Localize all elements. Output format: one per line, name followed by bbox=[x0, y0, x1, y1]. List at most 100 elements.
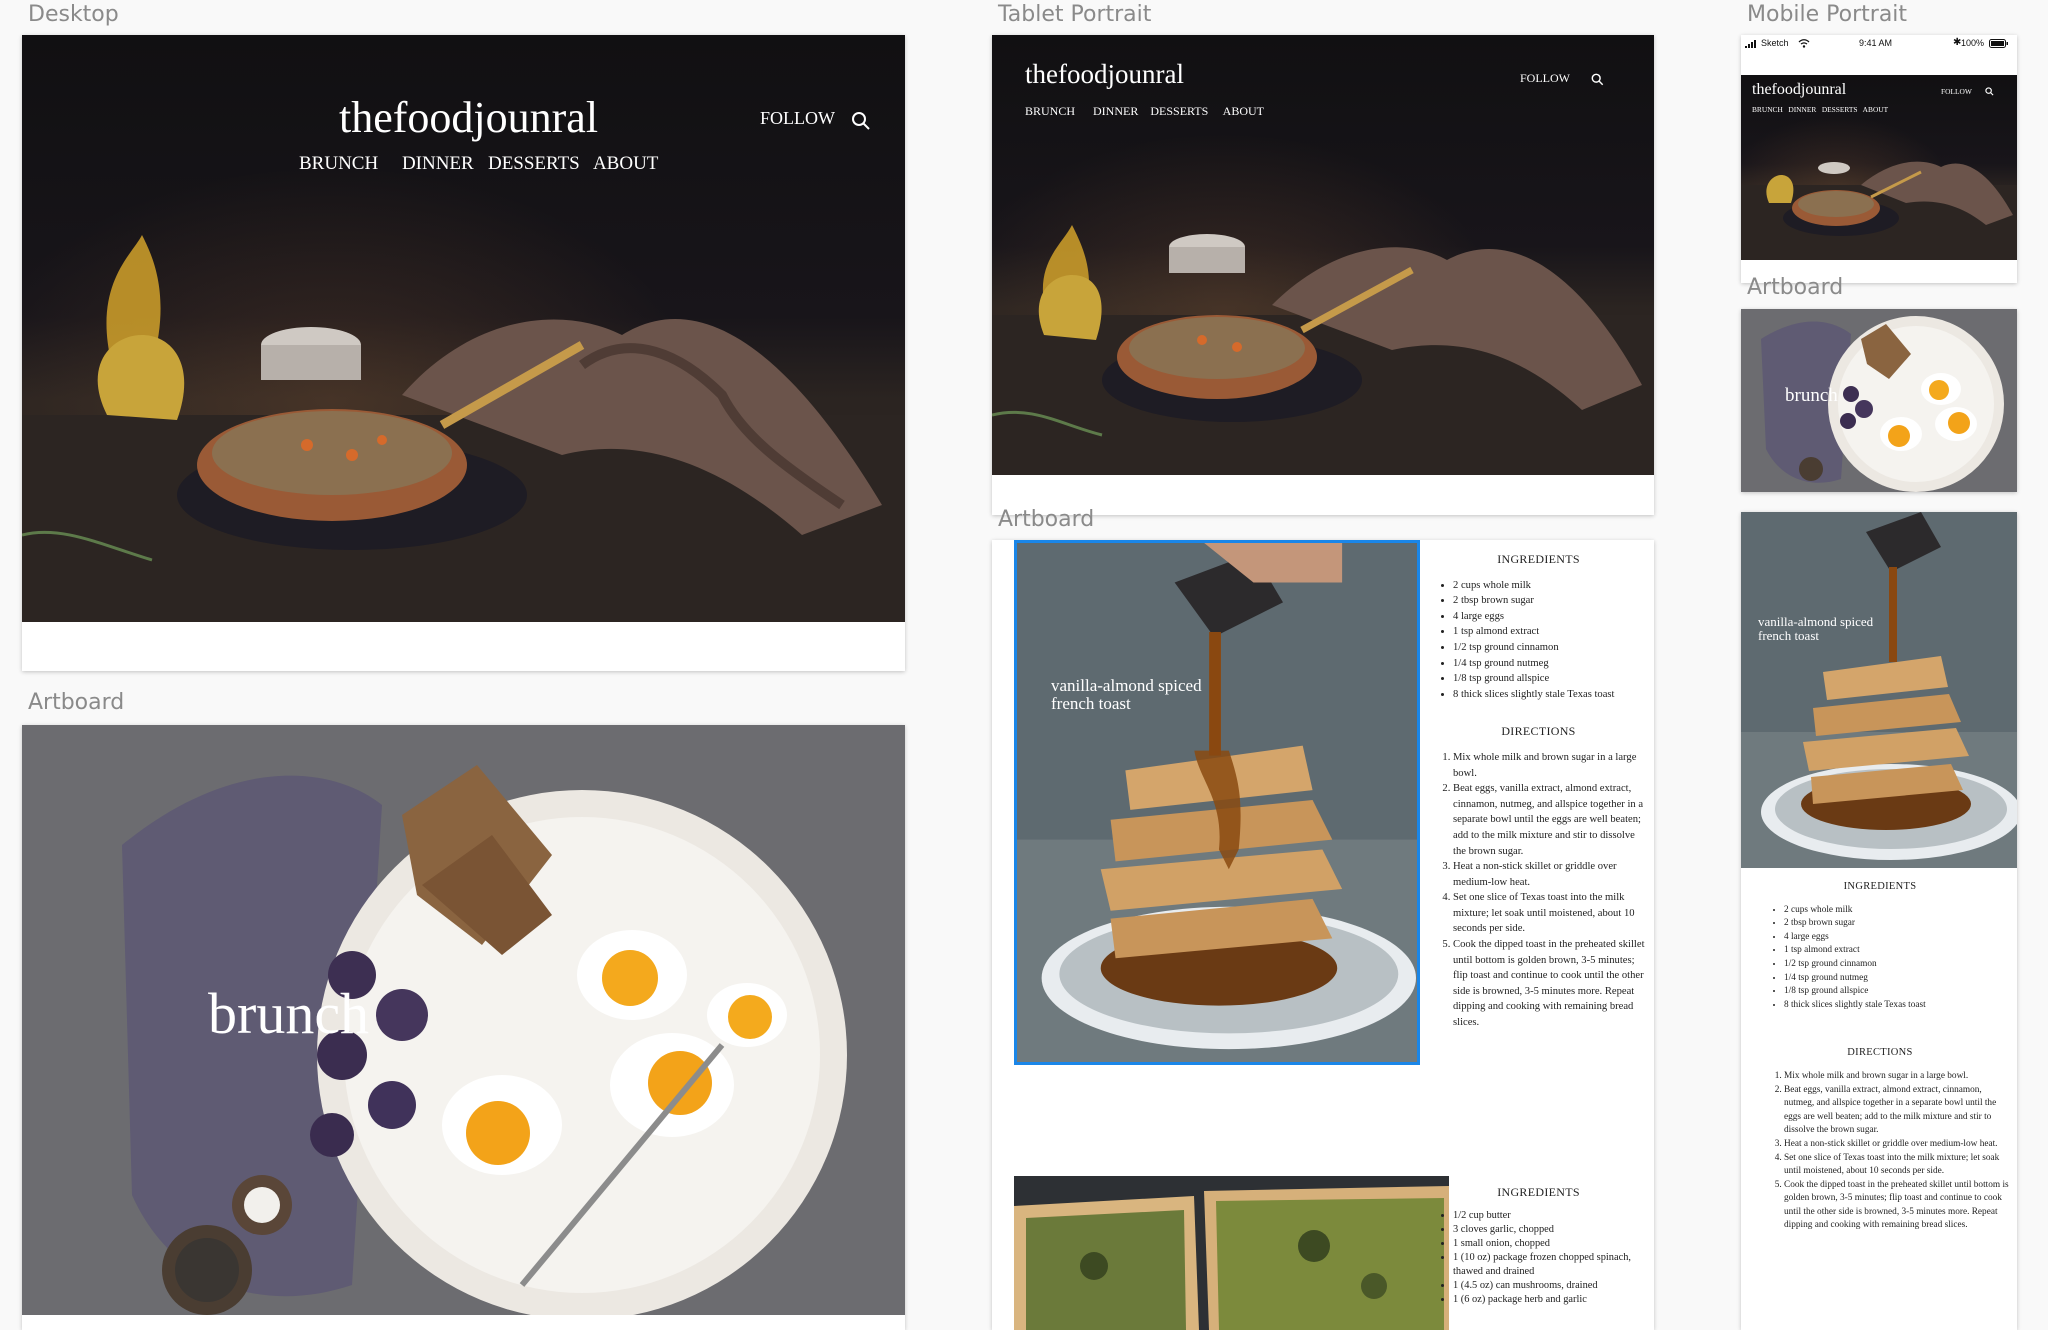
artboard-label-brunch[interactable]: Artboard bbox=[28, 690, 124, 715]
directions-heading: DIRECTIONS bbox=[1501, 724, 1576, 739]
mobile-nav-item-desserts[interactable]: DESSERTS bbox=[1822, 105, 1858, 114]
tablet-nav-item-about[interactable]: ABOUT bbox=[1223, 104, 1264, 118]
ingredient-item: 1 (4.5 oz) can mushrooms, drained bbox=[1453, 1279, 1646, 1293]
mobile-ingredients-heading: INGREDIENTS bbox=[1843, 881, 1917, 892]
artboard-label-tablet[interactable]: Tablet Portrait bbox=[998, 2, 1151, 27]
mobile-recipe-text: INGREDIENTS 2 cups whole milk2 tbsp brow… bbox=[1749, 880, 2011, 1233]
recipe-title[interactable]: vanilla-almond spiced french toast bbox=[1051, 677, 1202, 713]
direction-step: Heat a non-stick skillet or griddle over… bbox=[1784, 1138, 2011, 1152]
direction-step: Cook the dipped toast in the preheated s… bbox=[1784, 1179, 2011, 1233]
mobile-nav-item-brunch[interactable]: BRUNCH bbox=[1752, 105, 1783, 114]
mobile-french-toast-photo[interactable] bbox=[1741, 512, 2017, 868]
ingredient-item: 2 cups whole milk bbox=[1453, 578, 1646, 594]
brunch-photo bbox=[22, 725, 905, 1315]
nav-item-about[interactable]: ABOUT bbox=[593, 153, 658, 174]
ingredients-heading: INGREDIENTS bbox=[1497, 552, 1580, 566]
ingredient-item: 8 thick slices slightly stale Texas toas… bbox=[1784, 999, 2011, 1013]
direction-step: Beat eggs, vanilla extract, almond extra… bbox=[1453, 781, 1646, 859]
mobile-ingredients-list: 2 cups whole milk2 tbsp brown sugar4 lar… bbox=[1749, 904, 2011, 1013]
follow-button[interactable]: FOLLOW bbox=[760, 108, 835, 129]
artboard-label-mobile-brunch[interactable]: Artboard bbox=[1747, 275, 1843, 300]
mobile-nav-item-dinner[interactable]: DINNER bbox=[1788, 105, 1816, 114]
direction-step: Set one slice of Texas toast into the mi… bbox=[1453, 890, 1646, 937]
ingredient-item: 1/2 cup butter bbox=[1453, 1209, 1646, 1223]
recipe-artboard: vanilla-almond spiced french toast INGRE… bbox=[992, 540, 1654, 1330]
mobile-brunch-photo bbox=[1741, 309, 2017, 492]
mobile-brunch-artboard: brunch bbox=[1741, 309, 2017, 492]
hero-image: thefoodjounral BRUNCH DINNER DESSERTS AB… bbox=[22, 35, 905, 622]
brunch-artboard: brunch bbox=[22, 725, 905, 1330]
category-title-brunch[interactable]: brunch bbox=[208, 980, 369, 1047]
recipe-quiche-text: INGREDIENTS 1/2 cup butter3 cloves garli… bbox=[1431, 1185, 1646, 1307]
ingredient-item: 1/8 tsp ground allspice bbox=[1453, 671, 1646, 687]
ingredient-item: 1 tsp almond extract bbox=[1453, 624, 1646, 640]
recipe-title-line2: french toast bbox=[1051, 693, 1131, 713]
mobile-recipe-title-line1: vanilla-almond spiced bbox=[1758, 614, 1874, 629]
recipe-toast-text: INGREDIENTS 2 cups whole milk2 tbsp brow… bbox=[1431, 552, 1646, 1031]
carrier-label: Sketch bbox=[1761, 38, 1789, 48]
mobile-site-brand[interactable]: thefoodjounral bbox=[1752, 81, 1846, 99]
mobile-hero-image: thefoodjounral BRUNCH DINNER DESSERTS AB… bbox=[1741, 75, 2017, 260]
artboard-label-recipe[interactable]: Artboard bbox=[998, 507, 1094, 532]
artboard-label-mobile[interactable]: Mobile Portrait bbox=[1747, 2, 1907, 27]
nav-item-brunch[interactable]: BRUNCH bbox=[299, 153, 378, 174]
battery-icon bbox=[1989, 39, 2008, 48]
direction-step: Mix whole milk and brown sugar in a larg… bbox=[1784, 1070, 2011, 1084]
artboard-label-desktop[interactable]: Desktop bbox=[28, 2, 119, 27]
mobile-directions-heading: DIRECTIONS bbox=[1847, 1047, 1913, 1059]
mobile-category-title-brunch[interactable]: brunch bbox=[1785, 385, 1838, 407]
ingredient-item: 1 small onion, chopped bbox=[1453, 1237, 1646, 1251]
mobile-nav-item-about[interactable]: ABOUT bbox=[1863, 105, 1888, 114]
mobile-follow-button[interactable]: FOLLOW bbox=[1941, 87, 1972, 96]
tablet-main-nav: BRUNCH DINNER DESSERTS ABOUT bbox=[1025, 104, 1264, 119]
ingredient-item: 4 large eggs bbox=[1453, 609, 1646, 625]
ingredient-item: 1/4 tsp ground nutmeg bbox=[1784, 972, 2011, 986]
tablet-nav-item-brunch[interactable]: BRUNCH bbox=[1025, 104, 1075, 118]
main-nav: BRUNCH DINNER DESSERTS ABOUT bbox=[299, 153, 658, 175]
direction-step: Cook the dipped toast in the preheated s… bbox=[1453, 937, 1646, 1031]
quiche-photo[interactable] bbox=[1014, 1176, 1449, 1330]
tablet-follow-button[interactable]: FOLLOW bbox=[1520, 71, 1570, 86]
ingredient-item: 1/2 tsp ground cinnamon bbox=[1453, 640, 1646, 656]
ingredient-item: 2 tbsp brown sugar bbox=[1453, 593, 1646, 609]
mobile-recipe-title[interactable]: vanilla-almond spiced french toast bbox=[1758, 615, 1873, 642]
signal-icon bbox=[1745, 40, 1756, 48]
ingredient-item: 8 thick slices slightly stale Texas toas… bbox=[1453, 687, 1646, 703]
mobile-main-nav: BRUNCH DINNER DESSERTS ABOUT bbox=[1752, 105, 1888, 114]
ingredient-item: 1 tsp almond extract bbox=[1784, 944, 2011, 958]
recipe-title-line1: vanilla-almond spiced bbox=[1051, 676, 1202, 695]
french-toast-photo[interactable] bbox=[1014, 540, 1420, 1065]
quiche-ingredients-heading: INGREDIENTS bbox=[1497, 1185, 1580, 1199]
ingredient-item: 1/2 tsp ground cinnamon bbox=[1784, 958, 2011, 972]
ingredient-item: 3 cloves garlic, chopped bbox=[1453, 1223, 1646, 1237]
quiche-ingredients-list: 1/2 cup butter3 cloves garlic, chopped1 … bbox=[1431, 1209, 1646, 1307]
tablet-nav-item-desserts[interactable]: DESSERTS bbox=[1150, 104, 1208, 118]
ingredient-item: 4 large eggs bbox=[1784, 931, 2011, 945]
search-icon[interactable] bbox=[851, 111, 871, 131]
tablet-nav-item-dinner[interactable]: DINNER bbox=[1093, 104, 1138, 118]
direction-step: Set one slice of Texas toast into the mi… bbox=[1784, 1152, 2011, 1179]
nav-item-desserts[interactable]: DESSERTS bbox=[488, 153, 580, 174]
tablet-site-brand[interactable]: thefoodjounral bbox=[1025, 59, 1184, 90]
search-icon[interactable] bbox=[1591, 73, 1604, 86]
mobile-recipe-title-line2: french toast bbox=[1758, 627, 1820, 643]
mobile-artboard: Sketch 9:41 AM ✱ 100% thefoodjounral BRU… bbox=[1741, 35, 2017, 283]
ingredient-item: 1/8 tsp ground allspice bbox=[1784, 985, 2011, 999]
mobile-directions-list: Mix whole milk and brown sugar in a larg… bbox=[1749, 1070, 2011, 1233]
search-icon[interactable] bbox=[1985, 87, 1994, 96]
tablet-artboard: thefoodjounral BRUNCH DINNER DESSERTS AB… bbox=[992, 35, 1654, 515]
status-bar: Sketch 9:41 AM ✱ 100% bbox=[1741, 35, 2017, 55]
ingredient-item: 1 (6 oz) package herb and garlic bbox=[1453, 1293, 1646, 1307]
battery-percent: 100% bbox=[1961, 38, 1985, 48]
site-brand[interactable]: thefoodjounral bbox=[339, 92, 598, 143]
tablet-hero-image: thefoodjounral BRUNCH DINNER DESSERTS AB… bbox=[992, 35, 1654, 475]
ingredient-item: 2 cups whole milk bbox=[1784, 904, 2011, 918]
ingredient-item: 2 tbsp brown sugar bbox=[1784, 917, 2011, 931]
direction-step: Beat eggs, vanilla extract, almond extra… bbox=[1784, 1084, 2011, 1138]
ingredient-item: 1 (10 oz) package frozen chopped spinach… bbox=[1453, 1251, 1646, 1279]
mobile-recipe-artboard: vanilla-almond spiced french toast INGRE… bbox=[1741, 512, 2017, 1330]
direction-step: Mix whole milk and brown sugar in a larg… bbox=[1453, 750, 1646, 781]
nav-item-dinner[interactable]: DINNER bbox=[402, 153, 474, 174]
ingredients-list: 2 cups whole milk2 tbsp brown sugar4 lar… bbox=[1431, 578, 1646, 703]
direction-step: Heat a non-stick skillet or griddle over… bbox=[1453, 859, 1646, 890]
